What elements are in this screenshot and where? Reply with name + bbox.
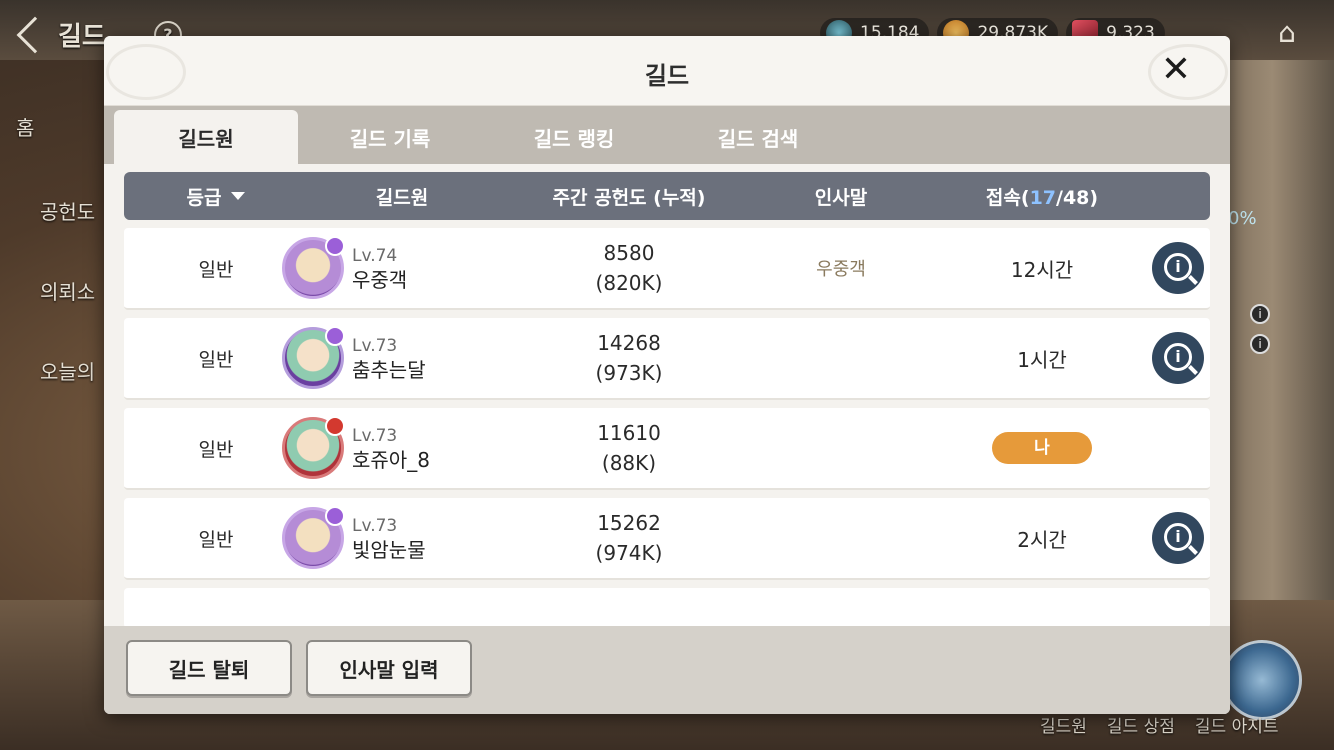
member-grade: 일반	[198, 348, 234, 371]
member-level: Lv.73	[352, 336, 398, 356]
side-menu-contribution[interactable]: 공헌도	[40, 196, 95, 225]
side-menu-home[interactable]: 홈	[16, 112, 34, 141]
magnifier-info-icon: i	[1164, 253, 1192, 281]
online-count: 17	[1029, 186, 1057, 209]
column-grade-label: 등급	[186, 186, 222, 209]
total-contribution: (820K)	[595, 271, 663, 295]
nav-guild-shop[interactable]: 길드 상점	[1107, 712, 1175, 737]
tab-guild-members[interactable]: 길드원	[114, 110, 298, 164]
avatar[interactable]	[282, 326, 345, 389]
member-info: Lv.74 우중객	[352, 244, 407, 292]
member-last-login: 2시간	[1017, 527, 1067, 552]
avatar[interactable]	[282, 416, 345, 479]
member-grade: 일반	[198, 438, 234, 461]
guild-hideout-emblem-icon[interactable]	[1222, 640, 1302, 720]
weekly-contribution: 8580	[603, 241, 655, 265]
total-contribution: (974K)	[595, 541, 663, 565]
total-contribution: (973K)	[595, 361, 663, 385]
info-icon[interactable]: i	[1250, 304, 1270, 324]
member-name: 우중객	[352, 268, 408, 292]
weekly-contribution: 15262	[597, 511, 661, 535]
enter-greeting-button[interactable]: 인사말 입력	[306, 640, 472, 696]
member-contribution: 15262 (974K)	[496, 508, 762, 568]
member-greeting: 우중객	[816, 259, 866, 280]
member-grade: 일반	[198, 528, 234, 551]
nav-guild-hideout[interactable]: 길드 아지트	[1195, 712, 1279, 737]
member-info: Lv.73 호쥬아_8	[352, 424, 430, 472]
weekly-contribution: 11610	[597, 421, 661, 445]
member-level: Lv.73	[352, 426, 398, 446]
info-icon[interactable]: i	[1250, 334, 1270, 354]
magnifier-info-icon: i	[1164, 343, 1192, 371]
element-icon	[325, 506, 345, 526]
avatar[interactable]	[282, 236, 345, 299]
member-grade: 일반	[198, 258, 234, 281]
login-suffix: /48)	[1056, 186, 1099, 209]
home-icon[interactable]: ⌂	[1270, 18, 1304, 48]
side-menu-requests[interactable]: 의뢰소	[40, 276, 95, 305]
nav-guild-members[interactable]: 길드원	[1040, 712, 1087, 737]
member-name: 빛암눈물	[352, 538, 426, 562]
avatar[interactable]	[282, 506, 345, 569]
close-button[interactable]: ✕	[1158, 52, 1194, 88]
table-row[interactable]: 일반 Lv.73 호쥬아_8 11610 (88K) 나	[124, 408, 1210, 490]
member-info: Lv.73 춤추는달	[352, 334, 426, 382]
action-cell: i	[1152, 332, 1208, 384]
element-icon	[325, 416, 345, 436]
action-cell: i	[1152, 512, 1208, 564]
view-profile-button[interactable]: i	[1152, 512, 1204, 564]
right-widget-percent: 0%	[1228, 208, 1257, 229]
column-greeting: 인사말	[814, 186, 868, 209]
table-row[interactable]	[124, 588, 1210, 626]
table-header: 등급 길드원 주간 공헌도 (누적) 인사말 접속(17/48)	[124, 172, 1210, 220]
sort-down-icon	[231, 192, 246, 200]
member-info: Lv.73 빛암눈물	[352, 514, 426, 562]
weekly-contribution: 14268	[597, 331, 661, 355]
column-login: 접속(17/48)	[920, 183, 1164, 210]
magnifier-info-icon: i	[1164, 523, 1192, 551]
me-badge: 나	[992, 432, 1092, 464]
member-level: Lv.73	[352, 516, 398, 536]
member-last-login: 12시간	[1010, 257, 1074, 282]
member-contribution: 8580 (820K)	[496, 238, 762, 298]
member-cell: Lv.74 우중객	[282, 236, 496, 299]
tab-guild-search[interactable]: 길드 검색	[666, 110, 850, 164]
member-level: Lv.74	[352, 246, 398, 266]
column-grade[interactable]: 등급	[124, 183, 308, 210]
dialog-title: 길드	[644, 62, 690, 90]
action-cell: i	[1152, 242, 1208, 294]
member-cell: Lv.73 호쥬아_8	[282, 416, 496, 479]
view-profile-button[interactable]: i	[1152, 242, 1204, 294]
element-icon	[325, 236, 345, 256]
member-name: 호쥬아_8	[352, 448, 430, 472]
member-last-login: 1시간	[1017, 347, 1067, 372]
member-last-login: 나	[920, 432, 1164, 464]
back-arrow-icon[interactable]	[16, 16, 54, 53]
guild-dialog: 길드 ✕ 길드원 길드 기록 길드 랭킹 길드 검색 등급 길드원 주간 공헌도…	[104, 36, 1230, 714]
column-contribution: 주간 공헌도 (누적)	[552, 186, 706, 209]
member-cell: Lv.73 빛암눈물	[282, 506, 496, 569]
tab-bar: 길드원 길드 기록 길드 랭킹 길드 검색	[104, 106, 1230, 164]
member-list: 등급 길드원 주간 공헌도 (누적) 인사말 접속(17/48) 일반 Lv.7…	[104, 164, 1230, 626]
dialog-footer: 길드 탈퇴 인사말 입력	[104, 626, 1230, 714]
element-icon	[325, 326, 345, 346]
dialog-header: 길드 ✕	[104, 36, 1230, 106]
member-contribution: 14268 (973K)	[496, 328, 762, 388]
leave-guild-button[interactable]: 길드 탈퇴	[126, 640, 292, 696]
total-contribution: (88K)	[601, 451, 657, 475]
tab-guild-ranking[interactable]: 길드 랭킹	[482, 110, 666, 164]
bottom-navigation: 길드원 길드 상점 길드 아지트	[1040, 712, 1279, 737]
table-row[interactable]: 일반 Lv.73 춤추는달 14268 (973K) 1시간 i	[124, 318, 1210, 400]
member-contribution: 11610 (88K)	[496, 418, 762, 478]
table-row[interactable]: 일반 Lv.74 우중객 8580 (820K) 우중객 12시간 i	[124, 228, 1210, 310]
side-menu-today[interactable]: 오늘의	[40, 356, 95, 385]
login-prefix: 접속(	[985, 186, 1030, 209]
screen-title: 길드	[58, 22, 106, 52]
column-member: 길드원	[375, 186, 429, 209]
member-name: 춤추는달	[352, 358, 426, 382]
tab-guild-records[interactable]: 길드 기록	[298, 110, 482, 164]
table-row[interactable]: 일반 Lv.73 빛암눈물 15262 (974K) 2시간 i	[124, 498, 1210, 580]
view-profile-button[interactable]: i	[1152, 332, 1204, 384]
member-cell: Lv.73 춤추는달	[282, 326, 496, 389]
